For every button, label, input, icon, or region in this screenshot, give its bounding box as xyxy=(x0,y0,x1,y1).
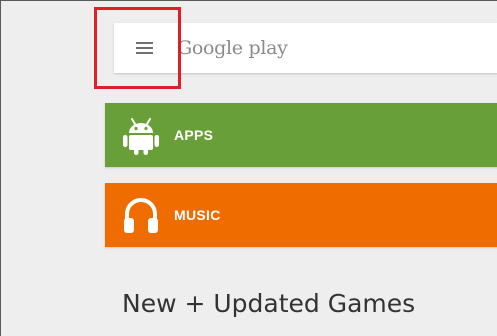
search-bar[interactable]: Google play xyxy=(114,23,497,73)
android-icon xyxy=(120,114,162,156)
menu-button[interactable] xyxy=(114,23,174,73)
section-title: New + Updated Games xyxy=(122,289,416,318)
hamburger-menu-icon[interactable] xyxy=(135,41,153,55)
app-screen: Google play APPS MUSIC New + Updated Gam… xyxy=(0,0,497,336)
category-apps-label: APPS xyxy=(174,127,214,143)
headphones-icon xyxy=(120,194,162,236)
google-play-logo-text: Google play xyxy=(177,37,288,59)
category-apps[interactable]: APPS xyxy=(105,103,497,167)
category-music[interactable]: MUSIC xyxy=(105,183,497,247)
category-music-label: MUSIC xyxy=(174,207,221,223)
